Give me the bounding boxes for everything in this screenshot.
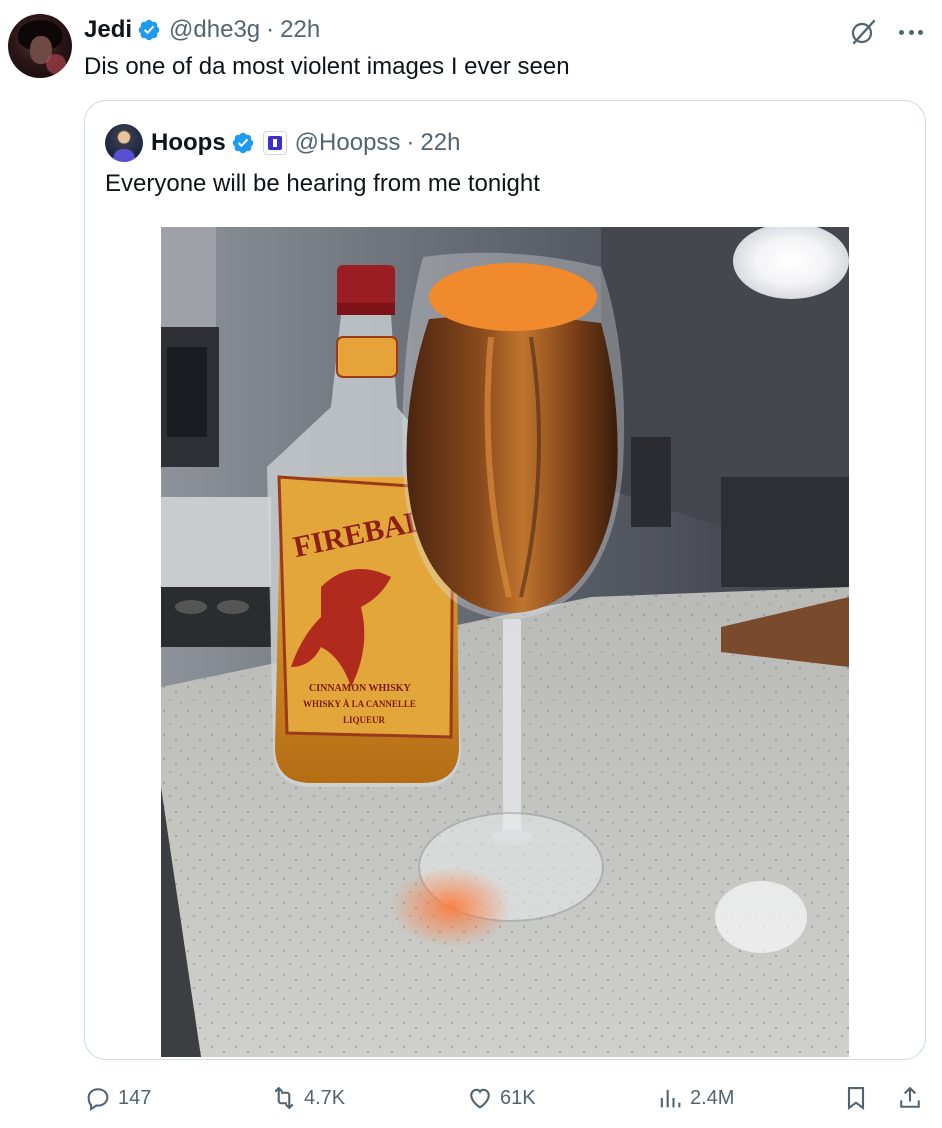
views-count: 2.4M [690, 1086, 735, 1109]
views-button[interactable]: 2.4M [656, 1076, 734, 1120]
repost-icon [274, 1086, 294, 1110]
timestamp[interactable]: 22h [280, 16, 320, 44]
tweet-text: Dis one of da most violent images I ever… [84, 53, 570, 80]
reply-icon [87, 1088, 109, 1112]
more-icon[interactable] [896, 17, 926, 47]
bottle-label-line3: LIQUEUR [343, 715, 386, 725]
quoted-author-avatar [105, 124, 143, 162]
author-name[interactable]: Jedi [84, 16, 132, 44]
separator-dot: · [266, 16, 275, 43]
views-icon [660, 1089, 681, 1108]
quoted-author-name: Hoops [151, 129, 226, 156]
action-bar: 147 4.7K 61K 2.4M [84, 1076, 934, 1120]
grok-icon[interactable] [848, 17, 878, 47]
bottle-label-line2: WHISKY À LA CANNELLE [303, 699, 416, 709]
like-button[interactable]: 61K [466, 1076, 536, 1120]
like-icon [470, 1088, 490, 1109]
author-handle[interactable]: @dhe3g [169, 16, 260, 44]
bookmark-button[interactable] [842, 1076, 876, 1120]
like-count: 61K [500, 1086, 536, 1109]
verified-badge-icon [232, 132, 253, 154]
share-button[interactable] [896, 1076, 930, 1120]
bookmark-icon [847, 1087, 865, 1111]
repost-button[interactable]: 4.7K [270, 1076, 345, 1120]
reply-count: 147 [118, 1086, 152, 1109]
verified-badge-icon [138, 19, 160, 41]
quoted-tweet[interactable]: Hoops @Hoopss · 22h Everyone will be hea… [84, 100, 926, 1060]
affiliate-badge-icon [262, 131, 287, 155]
repost-count: 4.7K [304, 1086, 346, 1109]
share-icon [900, 1086, 920, 1108]
bottle-label-line1: CINNAMON WHISKY [309, 683, 412, 694]
quoted-tweet-text: Everyone will be hearing from me tonight [105, 170, 540, 197]
quoted-tweet-header: Hoops @Hoopss · 22h [105, 123, 460, 163]
author-avatar[interactable] [8, 14, 72, 78]
tweet-header: Jedi @dhe3g · 22h [84, 12, 320, 48]
quoted-timestamp: 22h [420, 129, 461, 156]
quoted-author-handle: @Hoopss [294, 129, 401, 156]
tweet-photo[interactable]: FIREBALL CINNAMON WHISKY WHISKY À LA CAN… [161, 227, 849, 1057]
reply-button[interactable]: 147 [84, 1076, 151, 1120]
photo-scene: FIREBALL CINNAMON WHISKY WHISKY À LA CAN… [161, 227, 849, 1057]
separator-dot: · [406, 129, 415, 156]
